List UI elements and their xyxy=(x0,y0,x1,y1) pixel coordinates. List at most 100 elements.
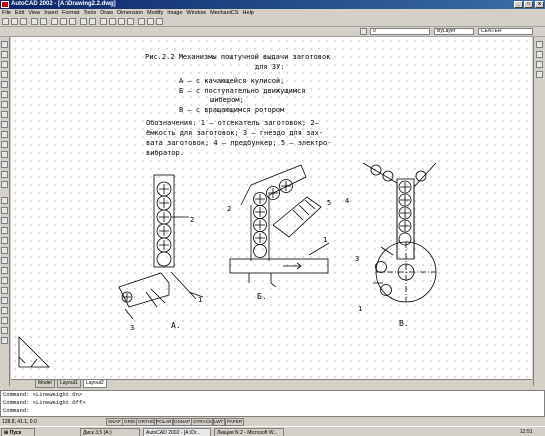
menu-view[interactable]: View xyxy=(26,9,42,17)
polyline-icon[interactable] xyxy=(1,61,8,68)
menu-insert[interactable]: Insert xyxy=(42,9,60,17)
insert-block-icon[interactable] xyxy=(1,131,8,138)
zoom-window-icon[interactable] xyxy=(118,18,125,25)
command-window[interactable]: Command: <Lineweight On> Command: <Linew… xyxy=(0,390,545,417)
trim-icon[interactable] xyxy=(1,287,8,294)
close-button[interactable]: x xyxy=(535,1,544,8)
autocad-app-icon[interactable] xyxy=(1,1,9,8)
properties-icon[interactable] xyxy=(138,18,145,25)
pan-icon[interactable] xyxy=(100,18,107,25)
task-floppy-drive[interactable]: Диск 3,5 (A:) xyxy=(80,428,140,436)
linetype-dropdown[interactable]: CENTER xyxy=(478,28,533,35)
tab-layout2[interactable]: Layout2 xyxy=(83,380,107,388)
lwt-toggle[interactable]: LWT xyxy=(212,418,226,426)
menu-format[interactable]: Format xyxy=(60,9,81,17)
rectangle-icon[interactable] xyxy=(1,81,8,88)
tab-model[interactable]: Model xyxy=(35,380,55,388)
minimize-button[interactable]: _ xyxy=(514,1,523,8)
task-autocad[interactable]: AutoCAD 2002 - [A:\Dr... xyxy=(143,428,211,436)
layer-dropdown[interactable]: 0 xyxy=(370,28,430,35)
circle-icon[interactable] xyxy=(1,101,8,108)
tab-layout1[interactable]: Layout1 xyxy=(57,380,81,388)
zoom-previous-icon[interactable] xyxy=(127,18,134,25)
osnap-endpoint-icon[interactable] xyxy=(536,41,543,48)
menu-window[interactable]: Window xyxy=(185,9,209,17)
break-icon[interactable] xyxy=(1,307,8,314)
mirror-icon[interactable] xyxy=(1,217,8,224)
make-block-icon[interactable] xyxy=(1,141,8,148)
menu-tools[interactable]: Tools xyxy=(81,9,98,17)
mtext-icon[interactable] xyxy=(1,181,8,188)
maximize-button[interactable]: □ xyxy=(524,1,533,8)
label-v-3: 3 xyxy=(355,255,359,263)
caption-b: Б. xyxy=(257,292,267,301)
linetype-value: CENTER xyxy=(481,28,502,34)
point-icon[interactable] xyxy=(1,151,8,158)
redo-icon[interactable] xyxy=(89,18,96,25)
menu-help[interactable]: Help xyxy=(241,9,256,17)
start-button[interactable]: ⊞ Пуск xyxy=(1,428,35,436)
help-icon[interactable] xyxy=(156,18,163,25)
undo-icon[interactable] xyxy=(80,18,87,25)
osnap-midpoint-icon[interactable] xyxy=(536,51,543,58)
label-b-1: 1 xyxy=(323,236,327,244)
layout-tabs: Model Layout1 Layout2 xyxy=(11,379,532,388)
erase-icon[interactable] xyxy=(1,197,8,204)
paper-toggle[interactable]: PAPER xyxy=(225,418,245,426)
stretch-icon[interactable] xyxy=(1,277,8,284)
menu-bar: File Edit View Insert Format Tools Draw Dimensi… xyxy=(0,9,545,17)
region-icon[interactable] xyxy=(1,171,8,178)
open-icon[interactable] xyxy=(11,18,18,25)
drawing-canvas[interactable]: Рис.2.2 Механизмы поштучной выдачи загот… xyxy=(11,37,532,379)
menu-draw[interactable]: Draw xyxy=(98,9,115,17)
menu-file[interactable]: File xyxy=(0,9,13,17)
polar-toggle[interactable]: POLAR xyxy=(154,418,174,426)
snap-toggle[interactable]: SNAP xyxy=(106,418,123,426)
print-icon[interactable] xyxy=(31,18,38,25)
layers-icon[interactable] xyxy=(360,28,367,35)
status-bar: 128.8, 41.1, 0.0 SNAP GRID ORTHO POLAR O… xyxy=(0,418,545,426)
polygon-icon[interactable] xyxy=(1,71,8,78)
menu-dimension[interactable]: Dimension xyxy=(115,9,145,17)
otrack-toggle[interactable]: OTRACK xyxy=(191,418,215,426)
line-icon[interactable] xyxy=(1,41,8,48)
color-dropdown[interactable]: ByLayer xyxy=(434,28,474,35)
color-value: ByLayer xyxy=(437,28,456,34)
scale-icon[interactable] xyxy=(1,267,8,274)
drawing-svg: Рис.2.2 Механизмы поштучной выдачи загот… xyxy=(18,53,437,368)
preview-icon[interactable] xyxy=(40,18,47,25)
ellipse-icon[interactable] xyxy=(1,121,8,128)
hatch-icon[interactable] xyxy=(1,161,8,168)
construction-line-icon[interactable] xyxy=(1,51,8,58)
menu-edit[interactable]: Edit xyxy=(13,9,26,17)
extend-icon[interactable] xyxy=(1,297,8,304)
arc-icon[interactable] xyxy=(1,91,8,98)
fillet-icon[interactable] xyxy=(1,327,8,334)
osnap-intersection-icon[interactable] xyxy=(536,71,543,78)
new-icon[interactable] xyxy=(2,18,9,25)
save-icon[interactable] xyxy=(20,18,27,25)
move-icon[interactable] xyxy=(1,247,8,254)
paste-icon[interactable] xyxy=(69,18,76,25)
menu-image[interactable]: Image xyxy=(165,9,184,17)
osnap-center-icon[interactable] xyxy=(536,61,543,68)
cut-icon[interactable] xyxy=(51,18,58,25)
copy-icon[interactable] xyxy=(60,18,67,25)
menu-modify[interactable]: Modify xyxy=(145,9,165,17)
menu-mechanics[interactable]: MechaniCS xyxy=(208,9,240,17)
command-prompt[interactable]: Command: xyxy=(3,407,544,415)
osnap-toggle[interactable]: OSNAP xyxy=(172,418,193,426)
chamfer-icon[interactable] xyxy=(1,317,8,324)
array-icon[interactable] xyxy=(1,237,8,244)
copy-object-icon[interactable] xyxy=(1,207,8,214)
rotate-icon[interactable] xyxy=(1,257,8,264)
spline-icon[interactable] xyxy=(1,111,8,118)
explode-icon[interactable] xyxy=(1,337,8,344)
task-word[interactable]: Лекция N 2 - Microsoft W... xyxy=(214,428,284,436)
drawing-item-b-cont: шибером; xyxy=(210,96,244,104)
title-bar: AutoCAD 2002 - [A:\Drawing2.2.dwg] _ □ x xyxy=(0,0,545,9)
offset-icon[interactable] xyxy=(1,227,8,234)
command-line-1: Command: <Lineweight On> xyxy=(3,391,83,398)
zoom-realtime-icon[interactable] xyxy=(109,18,116,25)
design-center-icon[interactable] xyxy=(147,18,154,25)
